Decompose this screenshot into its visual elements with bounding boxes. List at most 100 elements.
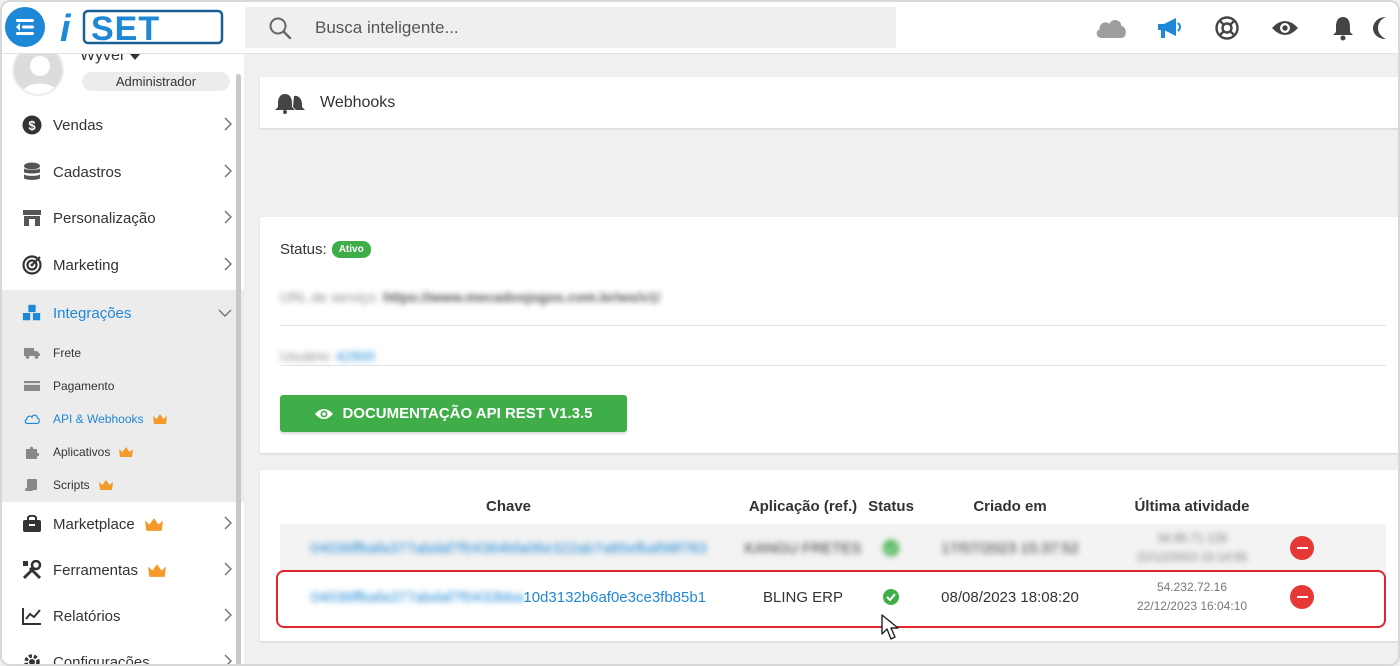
mouse-cursor-icon — [881, 614, 899, 640]
minus-icon — [1296, 547, 1308, 549]
avatar[interactable] — [12, 54, 64, 96]
menu-toggle-button[interactable] — [5, 7, 45, 47]
crown-icon — [119, 447, 134, 457]
column-header-status: Status — [868, 498, 914, 515]
sidebar-subitem-frete[interactable]: Frete — [2, 338, 238, 368]
app-window: i SET Busca inteligente... Wyver Adminis… — [0, 0, 1400, 666]
service-url: URL de serviço: https://www.mecadosjogos… — [280, 289, 660, 305]
bells-icon — [275, 93, 305, 114]
sidebar-item-label: Relatórios — [53, 607, 121, 625]
basket-icon — [22, 514, 42, 534]
user-name[interactable]: Wyver — [80, 54, 140, 65]
user-name-text: Wyver — [80, 54, 126, 64]
chevron-right-icon — [224, 257, 232, 271]
target-icon — [22, 255, 42, 275]
sidebar-item-configuracoes[interactable]: Configurações — [2, 639, 238, 666]
eye-icon[interactable] — [1256, 10, 1314, 46]
cubes-icon — [22, 303, 42, 323]
webhook-last-activity: 34.95.71.126 22/12/2023 15:14:55 — [1106, 524, 1278, 572]
webhook-app: KANGU FRETES — [744, 539, 862, 557]
sidebar-subitem-pagamento[interactable]: Pagamento — [2, 371, 238, 401]
sidebar-item-cadastros[interactable]: Cadastros — [2, 149, 238, 195]
table-row: 04036ffbafa377abdaf7f04364bfa06e322ab7a8… — [280, 524, 1386, 572]
divider — [280, 365, 1386, 366]
sidebar-subitem-scripts[interactable]: Scripts — [2, 470, 238, 500]
top-bar: i SET — [2, 2, 1398, 54]
sidebar-item-ferramentas[interactable]: Ferramentas — [2, 547, 238, 593]
webhook-created: 17/07/2023 15:37:52 — [941, 539, 1079, 557]
crown-icon — [148, 563, 167, 577]
cloud-icon — [24, 412, 40, 426]
store-icon — [22, 208, 42, 228]
eye-icon — [315, 408, 334, 419]
sidebar-subitem-label: Scripts — [53, 478, 90, 492]
chevron-right-icon — [224, 516, 232, 530]
search-input[interactable] — [315, 17, 875, 38]
page-header: Webhooks — [260, 77, 1398, 128]
sidebar-item-relatorios[interactable]: Relatórios — [2, 593, 238, 639]
sidebar-item-marketing[interactable]: Marketing — [2, 242, 238, 288]
api-documentation-button[interactable]: DOCUMENTAÇÃO API REST V1.3.5 — [280, 395, 627, 432]
lifebuoy-icon[interactable] — [1198, 10, 1256, 46]
status-label: Status: — [280, 241, 327, 258]
bell-icon[interactable] — [1314, 10, 1372, 46]
service-user: Usuário: 42900 — [280, 348, 375, 364]
chart-icon — [22, 606, 42, 626]
sidebar-subitem-label: API & Webhooks — [53, 412, 144, 426]
chevron-down-icon — [218, 309, 232, 317]
api-documentation-label: DOCUMENTAÇÃO API REST V1.3.5 — [342, 405, 593, 422]
sidebar: Wyver Administrador $ Vendas Cadastros P… — [2, 54, 244, 666]
status-cell — [868, 524, 914, 572]
chevron-right-icon — [224, 210, 232, 224]
search-bar[interactable] — [245, 7, 896, 48]
sidebar-item-label: Personalização — [53, 209, 156, 227]
sidebar-item-label: Ferramentas — [53, 561, 139, 579]
moon-icon[interactable] — [1372, 10, 1398, 46]
crown-icon — [152, 414, 167, 424]
chevron-right-icon — [224, 654, 232, 664]
delete-button[interactable] — [1290, 536, 1314, 560]
sidebar-subitem-label: Frete — [53, 346, 82, 360]
chevron-right-icon — [224, 562, 232, 576]
table-header: Chave Aplicação (ref.) Status Criado em … — [260, 498, 1398, 520]
sidebar-subitem-label: Aplicativos — [53, 445, 111, 459]
service-user-label: Usuário: — [280, 348, 333, 364]
menu-collapse-icon — [16, 19, 34, 35]
divider — [280, 325, 1386, 326]
role-badge: Administrador — [82, 72, 230, 91]
brand-logo[interactable]: i SET — [58, 8, 226, 50]
last-activity-date: 22/12/2023 15:14:55 — [1136, 550, 1248, 564]
chevron-right-icon — [224, 608, 232, 622]
sidebar-subitem-label: Pagamento — [53, 379, 115, 393]
sidebar-item-label: Cadastros — [53, 163, 122, 181]
column-header-key: Chave — [485, 498, 532, 515]
sidebar-item-label: Configurações — [53, 653, 150, 666]
column-header-app: Aplicação (ref.) — [748, 498, 858, 515]
sidebar-scrollbar[interactable] — [236, 74, 241, 664]
page-title: Webhooks — [320, 93, 396, 111]
database-icon — [22, 162, 42, 182]
svg-text:i: i — [60, 8, 72, 46]
svg-text:$: $ — [28, 118, 36, 133]
column-header-created: Criado em — [973, 498, 1047, 515]
sidebar-item-marketplace[interactable]: Marketplace — [2, 501, 238, 547]
sidebar-item-label: Marketing — [53, 256, 119, 274]
sidebar-item-label: Integrações — [53, 304, 132, 322]
svg-text:SET: SET — [91, 10, 160, 46]
chevron-right-icon — [224, 117, 232, 131]
webhook-key[interactable]: 04036ffbafa377abdaf7f04364bfa06e322ab7a8… — [280, 524, 737, 572]
sidebar-item-personalizacao[interactable]: Personalização — [2, 195, 238, 241]
service-url-label: URL de serviço: — [280, 289, 380, 305]
service-url-value: https://www.mecadosjogos.com.br/ws/v1/ — [382, 289, 661, 305]
cloud-icon[interactable] — [1082, 10, 1140, 46]
card-icon — [24, 379, 40, 393]
sidebar-item-vendas[interactable]: $ Vendas — [2, 102, 238, 148]
status-panel: Status: Ativo URL de serviço: https://ww… — [260, 217, 1398, 453]
sidebar-subitem-api-webhooks[interactable]: API & Webhooks — [2, 404, 238, 434]
sidebar-item-label: Vendas — [53, 116, 104, 134]
check-circle-icon — [883, 540, 899, 556]
sidebar-subitem-aplicativos[interactable]: Aplicativos — [2, 437, 238, 467]
sidebar-item-integracoes[interactable]: Integrações — [2, 290, 238, 336]
last-activity-ip: 34.95.71.126 — [1156, 531, 1228, 545]
megaphone-icon[interactable] — [1140, 10, 1198, 46]
